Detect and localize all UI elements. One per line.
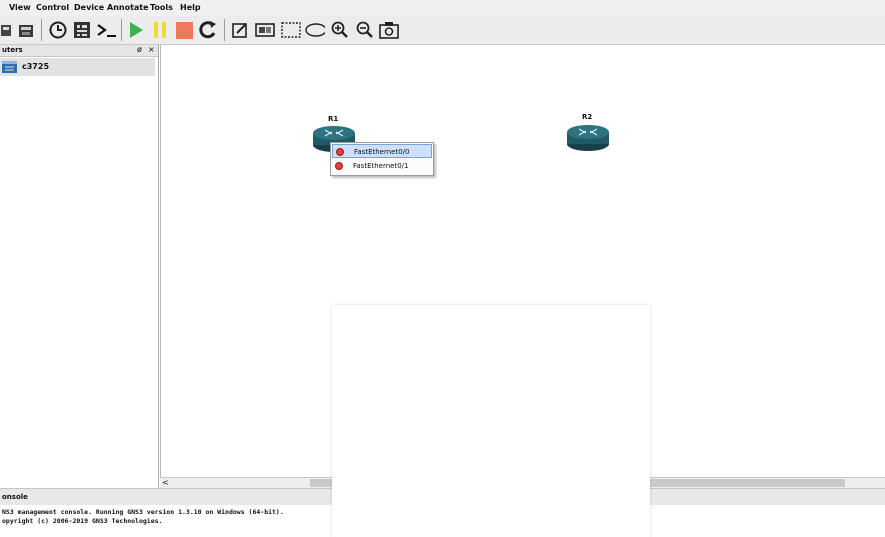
console-title: onsole (2, 493, 28, 501)
clock-icon[interactable] (48, 19, 68, 41)
port-status-icon (335, 162, 343, 170)
menu-bar: View Control Device Annotate Tools Help (0, 0, 885, 16)
grid-icon[interactable] (72, 19, 92, 41)
router-device-icon (2, 61, 17, 73)
zoom-out-icon[interactable] (355, 19, 375, 41)
menu-item-fastethernet0-0[interactable]: FastEthernet0/0 (332, 144, 432, 158)
zoom-in-icon[interactable] (330, 19, 350, 41)
menu-item-fastethernet0-1[interactable]: FastEthernet0/1 (332, 159, 432, 173)
reload-icon[interactable] (198, 19, 218, 41)
ellipse-icon[interactable] (305, 19, 325, 41)
router-label: R2 (582, 113, 593, 121)
devices-dock: uters ø × c3725 (0, 45, 159, 488)
snapshot-icon[interactable] (16, 19, 36, 41)
device-name: c3725 (22, 62, 50, 71)
interface-context-menu: FastEthernet0/0 FastEthernet0/1 (330, 142, 434, 176)
toolbar-separator (121, 19, 122, 41)
pause-icon[interactable] (150, 19, 170, 41)
image-icon[interactable] (255, 19, 275, 41)
menu-annotate[interactable]: Annotate (107, 3, 149, 12)
dock-close-button[interactable]: × (148, 45, 155, 54)
note-icon[interactable] (230, 19, 250, 41)
dock-title-bar: uters ø × (0, 45, 158, 57)
screenshot-icon[interactable] (379, 19, 399, 41)
rectangle-icon[interactable] (281, 19, 301, 41)
menu-device[interactable]: Device (74, 3, 104, 12)
menu-tools[interactable]: Tools (150, 3, 173, 12)
open-project-icon[interactable] (0, 19, 16, 41)
console-line: NS3 management console. Running GNS3 ver… (2, 508, 284, 516)
menu-item-label: FastEthernet0/0 (354, 148, 410, 156)
console-icon[interactable] (96, 19, 116, 41)
menu-view[interactable]: View (9, 3, 31, 12)
console-line: opyright (c) 2006-2019 GNS3 Technologies… (2, 517, 163, 525)
scroll-left-arrow[interactable]: < (162, 478, 169, 487)
blank-dialog-window[interactable] (332, 305, 650, 537)
toolbar-separator (41, 19, 42, 41)
router-label: R1 (328, 115, 339, 123)
menu-help[interactable]: Help (180, 3, 201, 12)
menu-item-label: FastEthernet0/1 (353, 162, 409, 170)
device-list-item[interactable]: c3725 (0, 58, 155, 76)
port-status-icon (336, 148, 344, 156)
toolbar-separator (224, 19, 225, 41)
dock-float-button[interactable]: ø (137, 45, 142, 54)
menu-control[interactable]: Control (36, 3, 69, 12)
start-icon[interactable] (126, 19, 146, 41)
dock-title: uters (2, 46, 23, 54)
router-r2-icon[interactable] (565, 122, 611, 152)
toolbar (0, 16, 885, 45)
stop-icon[interactable] (174, 19, 194, 41)
